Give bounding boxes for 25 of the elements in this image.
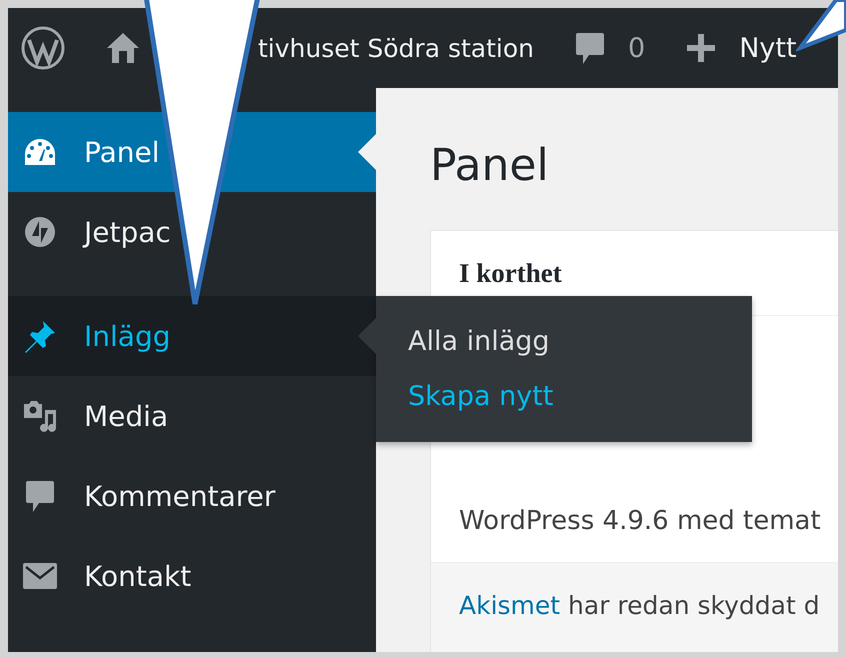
submenu-item[interactable]: Skapa nytt bbox=[376, 369, 752, 424]
akismet-link[interactable]: Akismet bbox=[459, 591, 560, 620]
sidebar-menu-item[interactable]: Media bbox=[8, 376, 376, 456]
pin-icon bbox=[23, 319, 57, 353]
dashboard-icon bbox=[23, 137, 57, 167]
comment-icon[interactable] bbox=[574, 30, 606, 66]
envelope-icon bbox=[22, 562, 58, 590]
comment-count[interactable]: 0 bbox=[628, 32, 646, 64]
plus-icon[interactable] bbox=[685, 32, 718, 64]
new-link[interactable]: Nytt bbox=[739, 32, 797, 64]
akismet-text: Akismet har redan skyddat d bbox=[459, 591, 820, 620]
wordpress-logo-icon[interactable] bbox=[21, 26, 65, 70]
jetpack-icon bbox=[24, 216, 56, 248]
sidebar-menu-item[interactable]: Kontakt bbox=[8, 536, 376, 616]
media-icon bbox=[22, 400, 58, 432]
sidebar-menu-item[interactable]: Inlägg bbox=[8, 296, 376, 376]
version-text: WordPress 4.9.6 med temat bbox=[459, 506, 821, 536]
page-title: Panel bbox=[430, 140, 550, 193]
sidebar-menu-item[interactable]: Kommentarer bbox=[8, 456, 376, 536]
comment-icon bbox=[24, 479, 56, 513]
sidebar-menu-item[interactable]: Jetpac bbox=[8, 192, 376, 272]
site-name-link[interactable]: tivhuset Södra station bbox=[258, 34, 534, 62]
home-icon[interactable] bbox=[105, 31, 141, 65]
submenu-item[interactable]: Alla inlägg bbox=[376, 314, 752, 369]
callout-arrow bbox=[796, 0, 846, 52]
